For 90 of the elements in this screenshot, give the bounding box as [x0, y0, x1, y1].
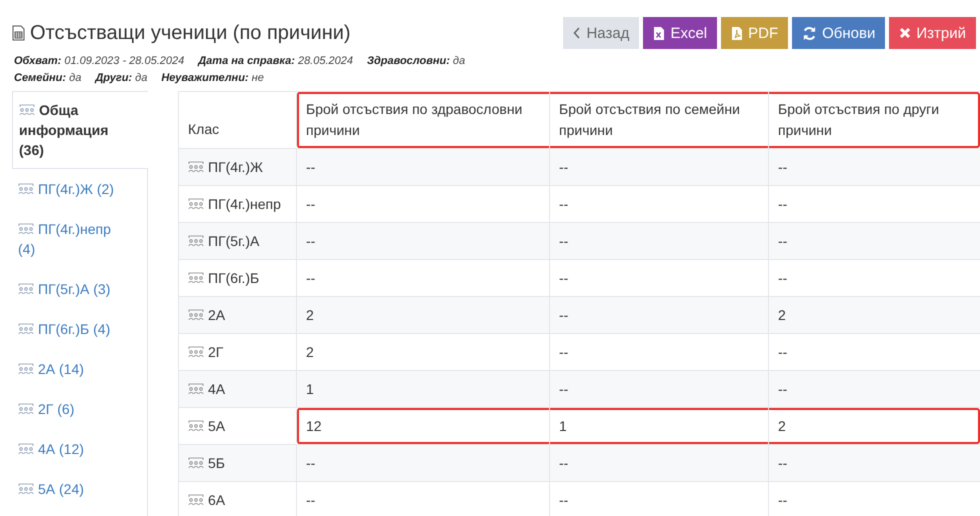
table-cell: 4А — [179, 371, 296, 407]
delete-button[interactable]: Изтрий — [889, 17, 976, 49]
table-cell: 2А — [179, 297, 296, 333]
refresh-icon — [802, 26, 818, 40]
group-icon — [188, 420, 204, 432]
table-cell-text: -- — [305, 232, 316, 250]
meta-item: Други: да — [95, 72, 148, 84]
table-cell: -- — [768, 445, 980, 481]
close-icon — [899, 27, 912, 39]
group-icon — [18, 323, 34, 335]
table-cell: 5А — [179, 408, 296, 444]
meta-item: Здравословни: да — [367, 55, 466, 67]
group-icon — [188, 383, 204, 395]
group-icon — [18, 443, 34, 455]
column-header: Клас — [187, 120, 220, 139]
pdf-file-icon — [731, 26, 744, 40]
table-cell: 2 — [768, 297, 980, 333]
group-icon — [188, 309, 204, 321]
sidebar-tab[interactable]: ПГ(6г.)Б (4) — [12, 309, 148, 349]
chevron-left-icon — [573, 27, 582, 39]
group-icon — [18, 363, 34, 375]
excel-button[interactable]: Excel — [643, 17, 718, 49]
column-header: Брой отсъствия по семейни причини — [549, 92, 768, 148]
table-cell: 6А — [179, 482, 296, 516]
sidebar-tab[interactable]: ПГ(4г.)Ж (2) — [12, 169, 148, 209]
sidebar-tab[interactable]: 2А (14) — [12, 349, 148, 389]
table-cell-text: 1 — [305, 380, 315, 398]
table-cell: 2Г — [179, 334, 296, 370]
group-icon — [188, 457, 204, 469]
page-title: Отсъстващи ученици (по причини) — [30, 22, 351, 44]
table-cell: -- — [549, 482, 768, 516]
group-icon — [18, 283, 34, 295]
column-header: Брой отсъствия по здравословни причини — [305, 100, 524, 140]
table-cell-text: 2 — [305, 306, 315, 324]
table-cell: -- — [768, 260, 980, 296]
table-cell: -- — [768, 186, 980, 222]
sidebar-tab[interactable]: 4А (12) — [12, 429, 148, 469]
table-cell-text: -- — [305, 268, 316, 288]
meta-item: Семейни: да — [14, 72, 82, 84]
group-icon — [188, 346, 204, 358]
table-cell-text: 12 — [305, 416, 323, 436]
pdf-button[interactable]: PDF — [721, 17, 788, 49]
group-icon — [188, 272, 204, 284]
table-cell: -- — [549, 260, 768, 296]
sidebar-tab[interactable]: ПГ(4г.)непр (4) — [12, 209, 148, 269]
group-icon — [188, 198, 204, 210]
table-cell: -- — [549, 223, 768, 259]
group-icon — [19, 104, 35, 116]
table-cell: ПГ(6г.)Б — [179, 260, 296, 296]
table-cell: -- — [549, 149, 768, 185]
group-icon — [18, 483, 34, 495]
table-cell-text: -- — [305, 490, 316, 510]
back-button[interactable]: Назад — [563, 17, 640, 49]
table-cell-text: -- — [305, 194, 316, 214]
group-icon — [18, 403, 34, 415]
table-cell: -- — [768, 482, 980, 516]
table-cell: -- — [549, 445, 768, 481]
table-cell: -- — [549, 297, 768, 333]
sidebar-tab[interactable]: 2Г (6) — [12, 389, 148, 429]
table-cell-text: -- — [305, 158, 316, 176]
table-cell: ПГ(5г.)А — [179, 223, 296, 259]
refresh-button[interactable]: Обнови — [792, 17, 886, 49]
table-cell: -- — [549, 371, 768, 407]
sidebar-tab[interactable]: Обща информация (36) — [12, 91, 148, 169]
meta-item: Обхват: 01.09.2023 - 28.05.2024 — [14, 55, 184, 67]
report-icon — [12, 25, 25, 41]
table-cell-text: 2 — [305, 342, 315, 362]
group-icon — [18, 183, 34, 195]
meta-item: Дата на справка: 28.05.2024 — [198, 55, 354, 67]
table-cell: -- — [768, 334, 980, 370]
table-cell-text: -- — [305, 454, 316, 472]
table-cell: ПГ(4г.)Ж — [179, 149, 296, 185]
column-header: Брой отсъствия по други причини — [768, 92, 980, 148]
table-cell: -- — [549, 186, 768, 222]
group-icon — [188, 235, 204, 247]
table-cell: 5Б — [179, 445, 296, 481]
group-icon — [18, 223, 34, 235]
table-cell: ПГ(4г.)непр — [179, 186, 296, 222]
table-cell: -- — [768, 149, 980, 185]
sidebar-tab[interactable]: ПГ(5г.)А (3) — [12, 269, 148, 309]
table-cell: -- — [768, 223, 980, 259]
group-icon — [188, 494, 204, 506]
table-cell: -- — [768, 371, 980, 407]
meta-item: Неуважителни: не — [161, 72, 264, 84]
group-icon — [188, 161, 204, 173]
table-cell: -- — [549, 334, 768, 370]
table-cell: 1 — [549, 408, 768, 444]
excel-file-icon — [653, 26, 666, 40]
table-cell: 2 — [768, 408, 980, 444]
sidebar-tab[interactable]: 5А (24) — [12, 469, 148, 509]
